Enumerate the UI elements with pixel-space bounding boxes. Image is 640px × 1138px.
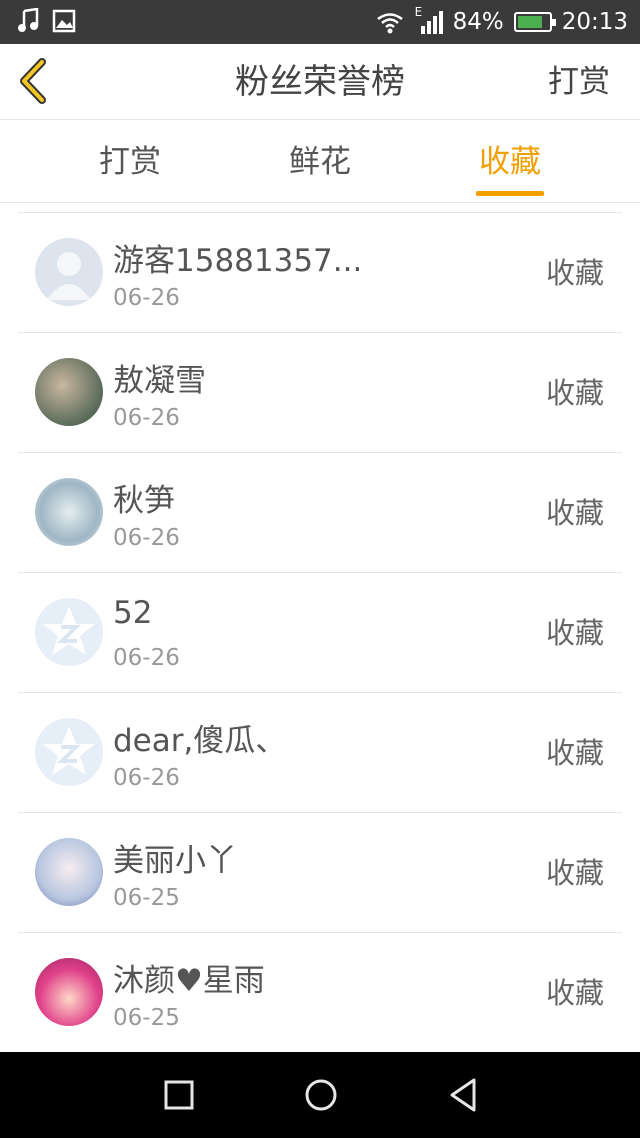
action-label: 收藏 [545, 256, 604, 290]
action-label: 收藏 [545, 976, 604, 1010]
battery-fill [517, 16, 543, 28]
image-icon [52, 9, 76, 33]
item-date: 06-26 [113, 285, 180, 311]
action-label: 收藏 [545, 376, 604, 410]
item-date: 06-26 [113, 765, 180, 791]
user-name: 秋笋 [113, 483, 175, 519]
tab-bar: 打赏 鲜花 收藏 [0, 121, 640, 203]
user-name: 52 [113, 595, 153, 631]
triangle-back-icon [450, 1078, 476, 1112]
system-nav-bar [0, 1052, 640, 1138]
circle-icon [305, 1079, 337, 1111]
status-bar: E 84% 20:13 [0, 0, 640, 44]
default-user-icon [47, 252, 91, 300]
tab-reward[interactable]: 打赏 [80, 121, 180, 203]
item-date: 06-26 [113, 405, 180, 431]
list-item[interactable]: 秋笋 06-26 收藏 [18, 453, 622, 573]
item-date: 06-26 [113, 525, 180, 551]
item-date: 06-26 [113, 645, 180, 671]
home-button[interactable] [298, 1072, 344, 1118]
status-left-icons [16, 8, 76, 34]
page-title: 粉丝荣誉榜 [235, 62, 405, 102]
user-name: 美丽小丫 [113, 843, 237, 879]
user-name: 游客15881357... [113, 243, 363, 279]
list-item[interactable]: dear,傻瓜、 06-26 收藏 [18, 693, 622, 813]
status-right: E 84% 20:13 [375, 0, 628, 44]
action-label: 收藏 [545, 616, 604, 650]
clock: 20:13 [561, 9, 628, 35]
action-label: 收藏 [545, 496, 604, 530]
recent-apps-button[interactable] [156, 1072, 202, 1118]
avatar [35, 958, 103, 1026]
wifi-icon [376, 13, 403, 34]
reward-button[interactable]: 打赏 [548, 44, 610, 120]
battery-icon [513, 12, 556, 32]
list-item[interactable]: 52 06-26 收藏 [18, 573, 622, 693]
item-date: 06-25 [113, 885, 180, 911]
action-label: 收藏 [545, 856, 604, 890]
active-tab-indicator [476, 191, 544, 196]
avatar [35, 478, 103, 546]
list-item[interactable]: 沐颜♥星雨 06-25 收藏 [18, 933, 622, 1053]
avatar [35, 598, 103, 666]
list-item[interactable]: 敖凝雪 06-26 收藏 [18, 333, 622, 453]
star-z-icon [43, 606, 95, 655]
star-z-icon [43, 726, 95, 775]
battery-percent: 84% [452, 9, 504, 35]
avatar [35, 718, 103, 786]
avatar [35, 238, 103, 306]
square-icon [164, 1080, 194, 1110]
tab-flowers[interactable]: 鲜花 [270, 121, 370, 203]
action-label: 收藏 [545, 736, 604, 770]
header: 粉丝荣誉榜 打赏 [0, 44, 640, 120]
user-name: 敖凝雪 [113, 363, 206, 399]
list-item[interactable]: 美丽小丫 06-25 收藏 [18, 813, 622, 933]
user-name: dear,傻瓜、 [113, 723, 287, 759]
list-item[interactable]: 游客15881357... 06-26 收藏 [18, 213, 622, 333]
signal-icon: E [415, 5, 443, 35]
music-note-icon [18, 8, 39, 32]
back-nav-button[interactable] [440, 1072, 486, 1118]
user-name: 沐颜♥星雨 [113, 963, 265, 999]
avatar [35, 358, 103, 426]
item-date: 06-25 [113, 1005, 180, 1031]
fan-list: 游客15881357... 06-26 收藏 敖凝雪 06-26 收藏 秋笋 0… [18, 212, 622, 1053]
avatar [35, 838, 103, 906]
